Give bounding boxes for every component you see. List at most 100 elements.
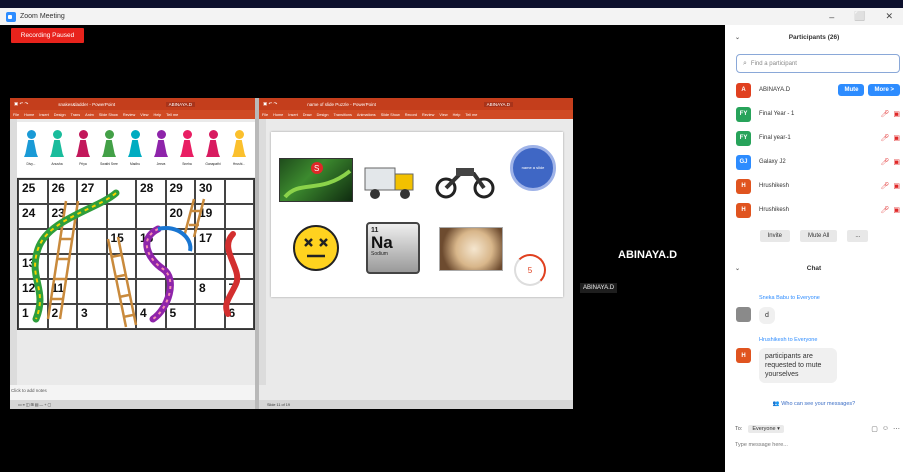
- notes-pane-left[interactable]: Click to add notes: [10, 385, 255, 400]
- video-off-icon[interactable]: ▣: [893, 182, 900, 190]
- snakes-ladders-board: 25 26 27 28 29 30 24 23 20 19 15 16 17 13 12 11 8 7 1 2 3 4 5 6: [17, 178, 255, 330]
- ppt-menu-item[interactable]: Design: [317, 113, 329, 117]
- piece-head: [182, 130, 192, 139]
- board-cell: 3: [77, 304, 107, 329]
- ppt-menu-item[interactable]: Help: [153, 113, 161, 117]
- ppt-menu-item[interactable]: Review: [123, 113, 135, 117]
- board-cell: 1: [18, 304, 48, 329]
- mic-muted-icon[interactable]: 🎤︎: [880, 110, 889, 118]
- file-icon[interactable]: ▢: [871, 425, 878, 433]
- close-button[interactable]: ✕: [885, 11, 893, 22]
- ppt-menu-item[interactable]: Animations: [357, 113, 376, 117]
- dizzy-face-emoji-icon: [293, 225, 339, 271]
- ppt-menu-item[interactable]: Help: [453, 113, 461, 117]
- quick-access-icons: ▣ ↶ ↷: [14, 101, 29, 106]
- mute-button[interactable]: Mute: [838, 84, 865, 96]
- emoji-icon[interactable]: ☺: [882, 425, 889, 433]
- mic-muted-icon[interactable]: 🎤︎: [880, 158, 889, 166]
- ppt-menu-item[interactable]: File: [262, 113, 268, 117]
- who-can-see-messages-link[interactable]: 👥 Who can see your messages?: [725, 401, 903, 407]
- minimize-button[interactable]: –: [829, 12, 834, 22]
- ppt-menu-item[interactable]: Home: [273, 113, 283, 117]
- participant-row[interactable]: GJ Galaxy J2 🎤︎ ▣: [736, 152, 900, 172]
- active-speaker-name: ABINAYA.D: [618, 249, 678, 261]
- game-piece: Divy...: [23, 130, 39, 166]
- game-piece: Jeeva: [153, 130, 169, 166]
- participant-row[interactable]: FY Final year-1 🎤︎ ▣: [736, 128, 900, 148]
- piece-label: Sneha: [182, 162, 192, 166]
- ppt-menu-item[interactable]: Trans: [71, 113, 81, 117]
- collapse-chevron-icon[interactable]: ⌄: [735, 34, 740, 41]
- board-cell: [106, 254, 136, 279]
- participant-row[interactable]: H Hrushikesh 🎤︎ ▣: [736, 200, 900, 220]
- participant-avatar: H: [736, 178, 751, 194]
- game-pieces-row: Divy... Anusha Priya Swathi Sree Madhu Jeeva S…: [17, 122, 255, 177]
- ppt-menu-item[interactable]: Draw: [303, 113, 312, 117]
- piece-body: [76, 140, 90, 157]
- board-cell: [106, 304, 136, 329]
- board-cell: 25: [18, 179, 48, 204]
- ppt-menu-item[interactable]: Insert: [288, 113, 298, 117]
- notes-status-left: ▭ ≡ ◫ ⊞ ▤ — + ▢: [18, 403, 52, 407]
- participant-row[interactable]: A ABINAYA.D Mute More >: [736, 80, 900, 100]
- more-options-button[interactable]: ...: [847, 230, 869, 242]
- chat-message-input[interactable]: [735, 439, 895, 451]
- participant-row[interactable]: H Hrushikesh 🎤︎ ▣: [736, 176, 900, 196]
- motorcycle-icon: [434, 160, 496, 200]
- to-label: To:: [735, 426, 743, 432]
- board-cell: [77, 229, 107, 254]
- ppt-menu-item[interactable]: Tell me: [465, 113, 477, 117]
- more-icon[interactable]: ⋯: [893, 425, 900, 433]
- ppt-menu-item[interactable]: Home: [24, 113, 34, 117]
- ppt-menu-item[interactable]: View: [140, 113, 148, 117]
- maximize-button[interactable]: ⬜: [854, 11, 865, 22]
- video-off-icon[interactable]: ▣: [893, 110, 900, 118]
- element-symbol: Na: [371, 233, 393, 252]
- board-cell: [18, 229, 48, 254]
- more-button[interactable]: More >: [868, 84, 900, 96]
- ppt-menu-item[interactable]: Tell me: [166, 113, 178, 117]
- video-off-icon[interactable]: ▣: [893, 134, 900, 142]
- chat-collapse-chevron-icon[interactable]: ⌄: [735, 265, 740, 272]
- ppt-menu-item[interactable]: Slide Show: [381, 113, 400, 117]
- mic-muted-icon[interactable]: 🎤︎: [880, 206, 889, 214]
- video-name-tag: ABINAYA.D: [580, 283, 618, 293]
- video-off-icon[interactable]: ▣: [893, 206, 900, 214]
- board-cell: [106, 179, 136, 204]
- board-cell: 12: [18, 279, 48, 304]
- ppt-menu-item[interactable]: Slide Show: [99, 113, 118, 117]
- invite-button[interactable]: Invite: [759, 230, 790, 242]
- ppt-menu-item[interactable]: Insert: [39, 113, 49, 117]
- game-piece: Swathi Sree: [100, 130, 118, 166]
- piece-label: Priya: [79, 162, 87, 166]
- ppt-titlebar-right: ▣ ↶ ↷ name of slide Puzzle - PowerPoint …: [259, 98, 573, 110]
- sodium-element-tile: 11 Na Sodium: [366, 222, 420, 274]
- recipient-dropdown[interactable]: Everyone ▾: [748, 425, 784, 433]
- slide-counter: Slide 11 of 19: [267, 402, 290, 407]
- mic-muted-icon[interactable]: 🎤︎: [880, 134, 889, 142]
- video-off-icon[interactable]: ▣: [893, 158, 900, 166]
- recording-paused-badge[interactable]: Recording Paused: [11, 28, 84, 43]
- chat-sender: Hrushikesh to Everyone: [759, 337, 818, 343]
- chat-header[interactable]: ⌄ Chat: [725, 260, 903, 276]
- ppt-menu-item[interactable]: Transitions: [333, 113, 351, 117]
- window-controls: – ⬜ ✕: [829, 8, 893, 25]
- board-cell: 20: [165, 204, 195, 229]
- board-cell: [224, 229, 254, 254]
- participant-search[interactable]: ⌕ Find a participant: [736, 54, 900, 73]
- ppt-menu-item[interactable]: Record: [405, 113, 417, 117]
- participant-avatar: FY: [736, 130, 751, 146]
- ppt-menu-item[interactable]: Design: [54, 113, 66, 117]
- ppt-menu-item[interactable]: File: [13, 113, 19, 117]
- ppt-menu-item[interactable]: Anim: [85, 113, 94, 117]
- piece-body: [232, 140, 246, 157]
- participant-row[interactable]: FY Final Year - 1 🎤︎ ▣: [736, 104, 900, 124]
- piece-body: [102, 140, 116, 157]
- ppt-menu-item[interactable]: View: [439, 113, 447, 117]
- participants-header[interactable]: ⌄ Participants (26): [725, 29, 903, 45]
- board-cell: [106, 279, 136, 304]
- mute-all-button[interactable]: Mute All: [799, 230, 838, 242]
- ppt-menu-item[interactable]: Review: [422, 113, 434, 117]
- piece-head: [52, 130, 62, 139]
- mic-muted-icon[interactable]: 🎤︎: [880, 182, 889, 190]
